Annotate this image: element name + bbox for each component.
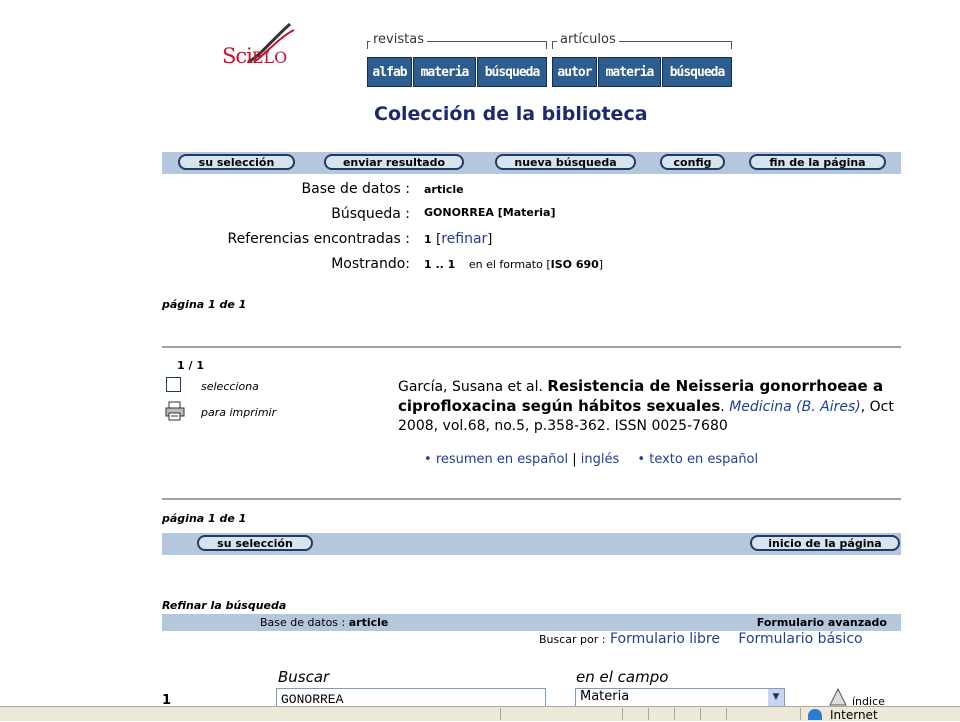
result-citation: García, Susana et al. Resistencia de Nei… xyxy=(398,377,894,434)
refs-value: 1 xyxy=(424,233,432,246)
free-form-link[interactable]: Formulario libre xyxy=(610,631,720,647)
nav-group-bracket xyxy=(731,41,732,49)
db-label: Base de datos : xyxy=(301,181,410,197)
refinar-link[interactable]: refinar xyxy=(441,231,487,247)
su-seleccion-bottom-button[interactable]: su selección xyxy=(197,535,313,551)
search-label: Búsqueda : xyxy=(331,206,410,222)
search-value: GONORREA [Materia] xyxy=(424,206,556,219)
revistas-materia-button[interactable]: materia xyxy=(413,57,476,87)
search-by-label: Buscar por : xyxy=(539,633,606,646)
separator xyxy=(162,498,901,500)
refine-heading: Refinar la búsqueda xyxy=(162,599,287,612)
page-info-top: página 1 de 1 xyxy=(162,298,247,311)
showing-value: 1 .. 1 xyxy=(424,258,456,271)
bottom-action-bar: su selección inicio de la página xyxy=(162,533,901,555)
result-authors: García, Susana et al. xyxy=(398,379,543,395)
status-divider xyxy=(726,708,727,720)
campo-label: en el campo xyxy=(576,668,669,686)
resumen-espanol-link[interactable]: resumen en español xyxy=(436,452,568,467)
status-divider xyxy=(700,708,701,720)
nav-group-bracket xyxy=(546,41,547,49)
revistas-label: revistas xyxy=(370,32,427,47)
advanced-form-label: Formulario avanzado xyxy=(756,616,887,629)
page-info-bottom: página 1 de 1 xyxy=(162,512,247,525)
printer-icon[interactable] xyxy=(164,400,186,422)
nueva-busqueda-button[interactable]: nueva búsqueda xyxy=(495,154,636,170)
nav-group-bracket xyxy=(552,41,553,49)
enviar-resultado-button[interactable]: enviar resultado xyxy=(324,154,464,170)
result-links: • resumen en español | inglés • texto en… xyxy=(424,452,759,467)
scielo-logo: SciELO xyxy=(218,20,308,80)
status-divider xyxy=(500,708,501,720)
print-label[interactable]: para imprimir xyxy=(201,406,276,419)
format-value: ISO 690 xyxy=(550,258,599,271)
result-journal: Medicina (B. Aires) xyxy=(729,399,861,415)
status-divider xyxy=(674,708,675,720)
nav-group-bracket xyxy=(367,41,368,49)
status-divider xyxy=(648,708,649,720)
field-select-value: Materia xyxy=(580,689,630,704)
fin-de-la-pagina-button[interactable]: fin de la página xyxy=(749,154,886,170)
basic-form-link[interactable]: Formulario básico xyxy=(738,631,862,647)
select-label: selecciona xyxy=(201,380,259,393)
su-seleccion-button[interactable]: su selección xyxy=(178,154,295,170)
status-divider xyxy=(800,708,801,720)
separator xyxy=(162,346,901,348)
refine-db: Base de datos : article xyxy=(260,616,389,629)
format-text: en el formato xyxy=(468,258,543,271)
buscar-label: Buscar xyxy=(278,668,330,686)
page-title: Colección de la biblioteca xyxy=(374,103,648,125)
index-icon[interactable] xyxy=(827,687,849,706)
logo-text: SciELO xyxy=(222,44,288,68)
ingles-link[interactable]: inglés xyxy=(581,452,620,467)
inicio-de-la-pagina-button[interactable]: inicio de la página xyxy=(750,535,900,551)
refine-bar: Base de datos : article Formulario avanz… xyxy=(162,614,901,631)
search-by-row: Buscar por : Formulario libre Formulario… xyxy=(539,631,863,647)
showing-label: Mostrando: xyxy=(331,256,410,272)
refs-row: 1 [refinar] xyxy=(424,231,493,247)
revistas-busqueda-button[interactable]: búsqueda xyxy=(477,57,547,87)
articulos-label: artículos xyxy=(557,32,619,47)
articulos-autor-button[interactable]: autor xyxy=(552,57,597,87)
refs-label: Referencias encontradas : xyxy=(227,231,410,247)
revistas-alfab-button[interactable]: alfab xyxy=(367,57,412,87)
showing-row: 1 .. 1 en el formato [ISO 690] xyxy=(424,258,604,271)
articulos-materia-button[interactable]: materia xyxy=(598,57,661,87)
articulos-busqueda-button[interactable]: búsqueda xyxy=(662,57,732,87)
config-button[interactable]: config xyxy=(660,154,725,170)
globe-icon xyxy=(808,709,822,720)
top-action-bar: su selección enviar resultado nueva búsq… xyxy=(162,152,901,174)
checkbox-icon[interactable] xyxy=(166,377,181,392)
db-value: article xyxy=(424,183,464,196)
texto-espanol-link[interactable]: texto en español xyxy=(649,452,758,467)
status-divider xyxy=(622,708,623,720)
result-counter: 1 / 1 xyxy=(177,359,204,372)
